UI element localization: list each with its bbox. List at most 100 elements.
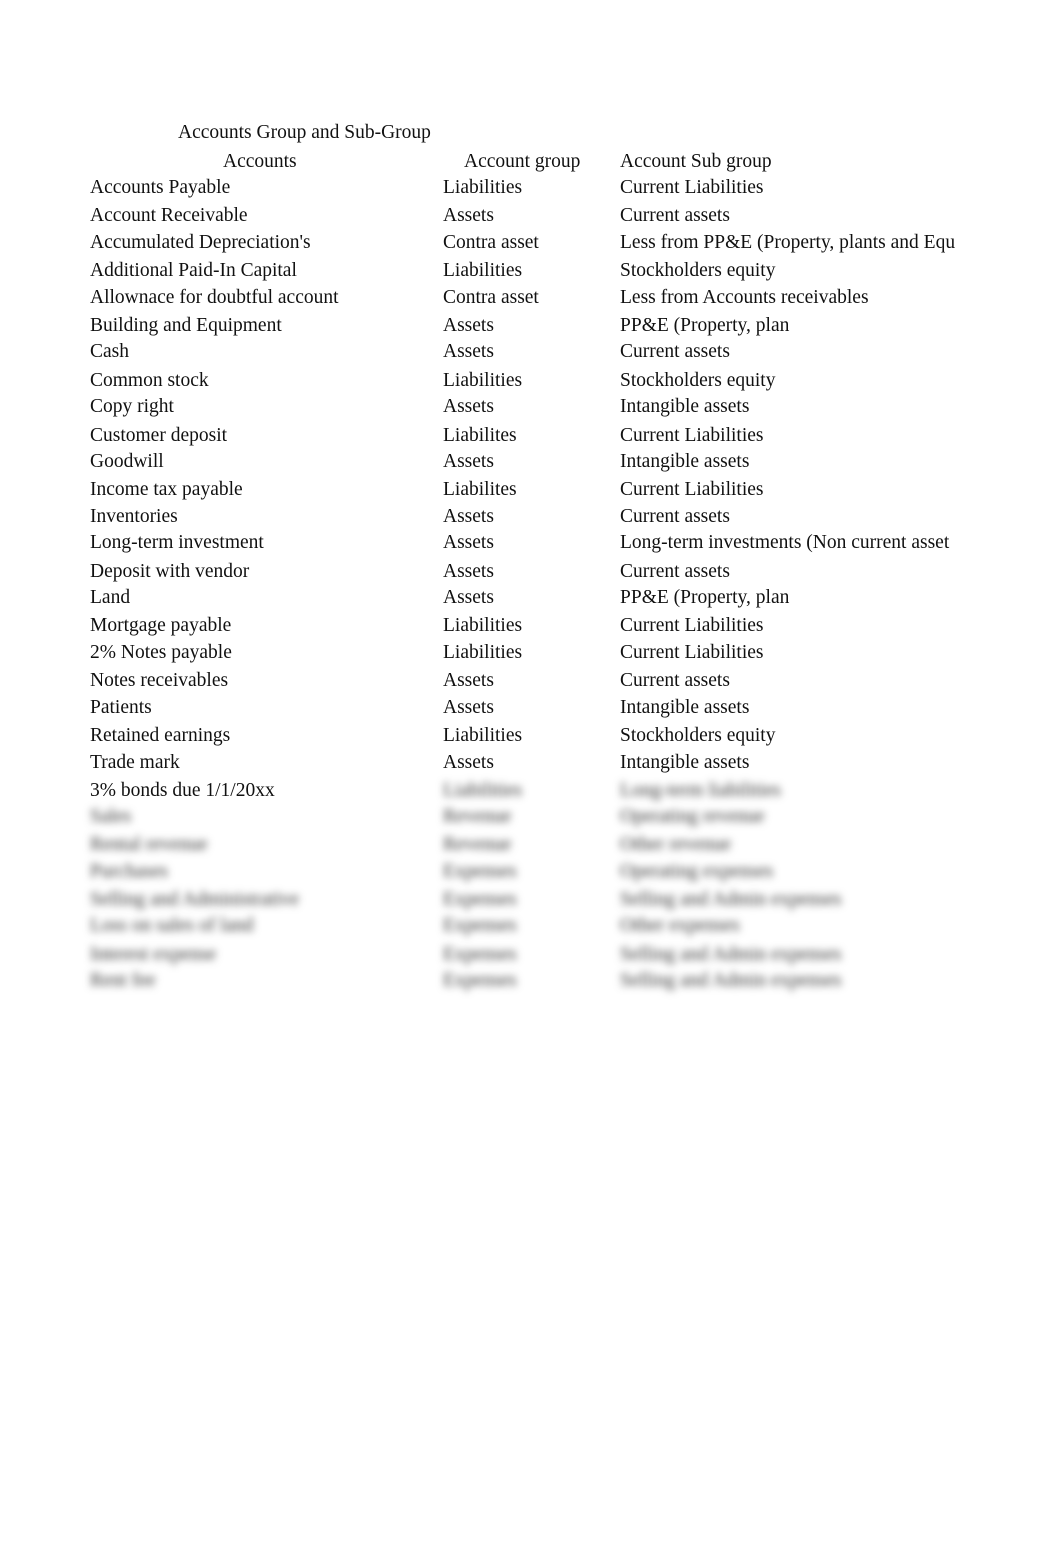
account-subgroup-cell: Selling and Admin expenses — [620, 889, 842, 910]
account-name-cell: Retained earnings — [90, 725, 231, 746]
account-group-cell: Expenses — [443, 944, 517, 965]
table-row: Loss on sales of land Expenses Other expen… — [0, 914, 1062, 941]
account-group-cell: Liabilites — [443, 425, 517, 446]
account-group-cell: Revenue — [443, 834, 512, 855]
account-name-cell: Selling and Administrative — [90, 889, 300, 910]
table-row: Deposit with vendor Assets Current assets — [0, 560, 1062, 587]
account-name-cell: Accounts Payable — [90, 177, 231, 198]
account-group-cell: Assets — [443, 670, 494, 691]
document-page: Accounts Group and Sub-Group Accounts Ac… — [0, 0, 1062, 1561]
account-subgroup-cell: Selling and Admin expenses — [620, 970, 842, 991]
account-subgroup-cell: Operating expenses — [620, 861, 774, 882]
account-name-cell: Land — [90, 587, 131, 608]
header-account-group: Account group — [464, 151, 581, 172]
table-row: Mortgage payable Liabilities Current Liabi… — [0, 614, 1062, 641]
table-row: Interest expense Expenses Selling and Admi… — [0, 943, 1062, 970]
account-subgroup-cell: Current assets — [620, 561, 730, 582]
account-subgroup-cell: Current assets — [620, 341, 730, 362]
table-row: Account Receivable Assets Current assets — [0, 204, 1062, 231]
table-row: Allownace for doubtful account Contra ass… — [0, 286, 1062, 313]
account-subgroup-cell: PP&E (Property, plan — [620, 587, 790, 608]
account-subgroup-cell: Less from PP&E (Property, plants and Equ — [620, 232, 956, 253]
account-subgroup-cell: Intangible assets — [620, 396, 750, 417]
account-subgroup-cell: Current Liabilities — [620, 177, 764, 198]
header-accounts: Accounts — [223, 151, 297, 172]
table-row: Rent fee Expenses Selling and Admin expens… — [0, 969, 1062, 996]
table-row: Building and Equipment Assets PP&E (Proper… — [0, 314, 1062, 341]
account-group-cell: Assets — [443, 451, 494, 472]
table-row: Sales Revenue Operating revenue — [0, 805, 1062, 832]
account-name-cell: Sales — [90, 806, 132, 827]
table-row: Patients Assets Intangible assets — [0, 696, 1062, 723]
account-group-cell: Assets — [443, 341, 494, 362]
account-subgroup-cell: Current assets — [620, 205, 730, 226]
table-row: Purchases Expenses Operating expenses — [0, 860, 1062, 887]
table-row: Land Assets PP&E (Property, plan — [0, 586, 1062, 613]
table-row: Copy right Assets Intangible assets — [0, 395, 1062, 422]
account-group-cell: Liabilities — [443, 260, 523, 281]
account-name-cell: Notes receivables — [90, 670, 229, 691]
account-name-cell: Rent fee — [90, 970, 156, 991]
account-group-cell: Contra asset — [443, 232, 539, 253]
document-title: Accounts Group and Sub-Group — [178, 122, 431, 143]
account-group-cell: Assets — [443, 315, 494, 336]
account-subgroup-cell: Long-term investments (Non current asset — [620, 532, 950, 553]
account-group-cell: Assets — [443, 532, 494, 553]
table-row: Notes receivables Assets Current assets — [0, 669, 1062, 696]
account-name-cell: Interest expense — [90, 944, 217, 965]
table-row: Inventories Assets Current assets — [0, 505, 1062, 532]
account-name-cell: Trade mark — [90, 752, 180, 773]
account-subgroup-cell: Current Liabilities — [620, 425, 764, 446]
table-row: Retained earnings Liabilities Stockholders… — [0, 724, 1062, 751]
account-subgroup-cell: Current assets — [620, 670, 730, 691]
account-group-cell: Liabilities — [443, 642, 523, 663]
account-subgroup-cell: Stockholders equity — [620, 725, 776, 746]
account-subgroup-cell: Intangible assets — [620, 697, 750, 718]
account-name-cell: 2% Notes payable — [90, 642, 232, 663]
account-name-cell: Copy right — [90, 396, 174, 417]
account-group-cell: Liabilities — [443, 725, 523, 746]
account-group-cell: Liabilities — [443, 370, 523, 391]
account-group-cell: Contra asset — [443, 287, 539, 308]
account-subgroup-cell: Other expenses — [620, 915, 740, 936]
table-row: Accumulated Depreciation's Contra asset Le… — [0, 231, 1062, 258]
account-group-cell: Assets — [443, 396, 494, 417]
header-account-sub-group: Account Sub group — [620, 151, 772, 172]
table-row: Selling and Administrative Expenses Sellin… — [0, 888, 1062, 915]
table-row: Cash Assets Current assets — [0, 340, 1062, 367]
table-row: Accounts Payable Liabilities Current Liabi… — [0, 176, 1062, 203]
account-subgroup-cell: Intangible assets — [620, 752, 750, 773]
account-name-cell: Accumulated Depreciation's — [90, 232, 311, 253]
account-name-cell: Customer deposit — [90, 425, 228, 446]
account-subgroup-cell: Operating revenue — [620, 806, 765, 827]
account-name-cell: Common stock — [90, 370, 209, 391]
account-subgroup-cell: Current Liabilities — [620, 615, 764, 636]
account-name-cell: Additional Paid-In Capital — [90, 260, 297, 281]
account-name-cell: Rental revenue — [90, 834, 208, 855]
account-group-cell: Liabilities — [443, 177, 523, 198]
account-name-cell: Long-term investment — [90, 532, 264, 553]
table-row: Long-term investment Assets Long-term inve… — [0, 531, 1062, 558]
table-row: Income tax payable Liabilites Current Liab… — [0, 478, 1062, 505]
account-group-cell: Assets — [443, 697, 494, 718]
account-group-cell: Expenses — [443, 889, 517, 910]
account-subgroup-cell: Other revenue — [620, 834, 731, 855]
account-subgroup-cell: Selling and Admin expenses — [620, 944, 842, 965]
account-name-cell: Building and Equipment — [90, 315, 282, 336]
account-subgroup-cell: Intangible assets — [620, 451, 750, 472]
table-header: Accounts Account group Account Sub group — [0, 150, 1062, 177]
account-subgroup-cell: Current Liabilities — [620, 642, 764, 663]
account-name-cell: Inventories — [90, 506, 178, 527]
account-name-cell: Loss on sales of land — [90, 915, 254, 936]
account-subgroup-cell: Less from Accounts receivables — [620, 287, 869, 308]
table-row: Additional Paid-In Capital Liabilities Sto… — [0, 259, 1062, 286]
account-group-cell: Assets — [443, 205, 494, 226]
table-row: Common stock Liabilities Stockholders equi… — [0, 369, 1062, 396]
account-name-cell: Goodwill — [90, 451, 164, 472]
account-group-cell: Revenue — [443, 806, 512, 827]
account-group-cell: Assets — [443, 506, 494, 527]
account-name-cell: Purchases — [90, 861, 168, 882]
account-subgroup-cell: Current Liabilities — [620, 479, 764, 500]
account-name-cell: Mortgage payable — [90, 615, 232, 636]
account-subgroup-cell: Long-term liabilities — [620, 780, 781, 801]
